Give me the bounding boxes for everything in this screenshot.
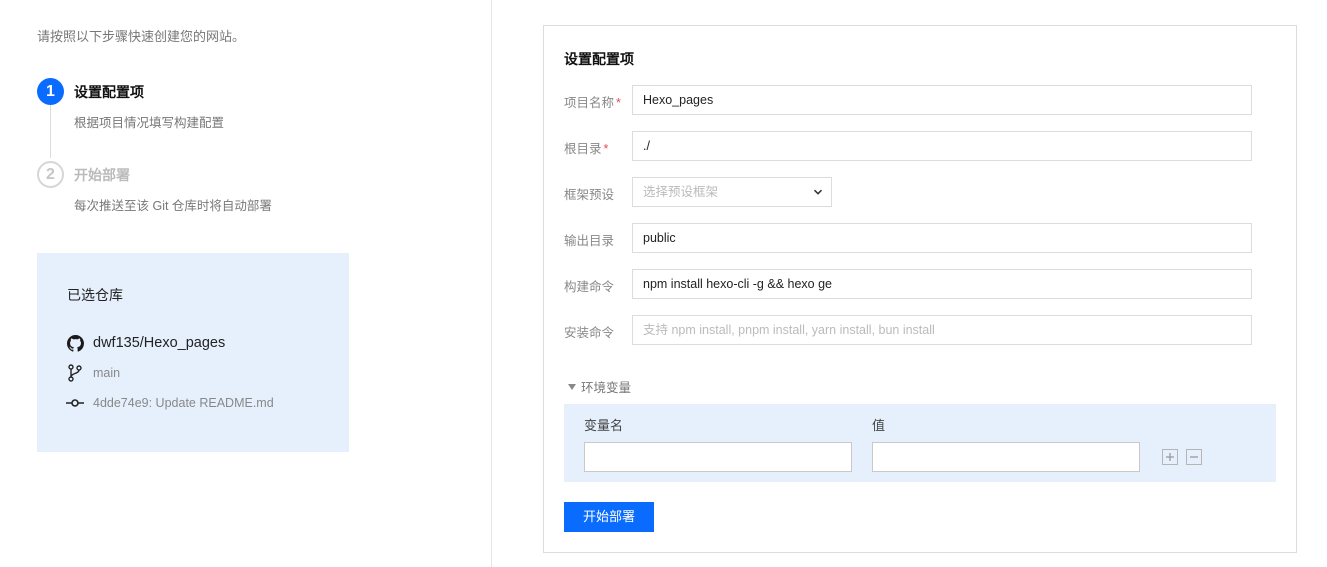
root-dir-label: 根目录 * bbox=[564, 142, 609, 156]
env-name-header: 变量名 bbox=[584, 418, 624, 433]
framework-placeholder: 选择预设框架 bbox=[643, 185, 719, 199]
required-mark: * bbox=[603, 142, 609, 156]
repo-branch: main bbox=[93, 366, 121, 380]
project-name-input[interactable]: Hexo_pages bbox=[632, 85, 1252, 115]
repo-branch-row: main bbox=[66, 364, 120, 382]
remove-env-button[interactable] bbox=[1186, 449, 1202, 465]
env-value-input[interactable] bbox=[872, 442, 1140, 472]
step-1-number: 1 bbox=[37, 78, 64, 105]
repo-commit: 4dde74e9: Update README.md bbox=[93, 396, 274, 410]
required-mark: * bbox=[616, 96, 621, 110]
install-cmd-label: 安装命令 bbox=[564, 326, 615, 340]
start-deploy-button[interactable]: 开始部署 bbox=[564, 502, 654, 532]
step-2-number: 2 bbox=[37, 161, 64, 188]
step-1-title: 设置配置项 bbox=[74, 84, 144, 100]
build-cmd-label: 构建命令 bbox=[564, 280, 615, 294]
config-panel: 设置配置项 项目名称 * Hexo_pages 根目录 * ./ 框架预设 选择预设… bbox=[543, 25, 1297, 553]
selected-repo-card: 已选仓库 dwf135/Hexo_pages main 4dde74e9: Up… bbox=[37, 253, 349, 452]
env-vars-box: 变量名 值 bbox=[564, 404, 1276, 482]
commit-icon bbox=[66, 394, 84, 412]
build-cmd-input[interactable]: npm install hexo-cli -g && hexo ge bbox=[632, 269, 1252, 299]
plus-icon bbox=[1166, 453, 1174, 461]
left-column: 请按照以下步骤快速创建您的网站。 1 设置配置项 根据项目情况填写构建配置 2 … bbox=[0, 0, 492, 567]
step-connector bbox=[50, 105, 51, 158]
install-cmd-input[interactable]: 支持 npm install, pnpm install, yarn insta… bbox=[632, 315, 1252, 345]
branch-icon bbox=[66, 364, 84, 382]
env-value-header: 值 bbox=[872, 418, 886, 433]
repo-name: dwf135/Hexo_pages bbox=[93, 335, 226, 351]
repo-card-title: 已选仓库 bbox=[67, 287, 123, 303]
chevron-down-icon bbox=[813, 189, 823, 195]
step-2-title: 开始部署 bbox=[74, 167, 130, 183]
minus-icon bbox=[1190, 456, 1198, 458]
repo-name-row: dwf135/Hexo_pages bbox=[66, 334, 225, 352]
env-vars-toggle[interactable]: 环境变量 bbox=[568, 377, 631, 396]
github-icon bbox=[66, 334, 84, 352]
framework-label: 框架预设 bbox=[564, 188, 615, 202]
project-name-label: 项目名称 * bbox=[564, 96, 621, 110]
caret-down-icon bbox=[568, 383, 576, 390]
output-dir-label: 输出目录 bbox=[564, 234, 615, 248]
intro-text: 请按照以下步骤快速创建您的网站。 bbox=[37, 29, 246, 44]
step-2-desc: 每次推送至该 Git 仓库时将自动部署 bbox=[74, 199, 272, 213]
output-dir-input[interactable]: public bbox=[632, 223, 1252, 253]
repo-commit-row: 4dde74e9: Update README.md bbox=[66, 394, 274, 412]
env-vars-label: 环境变量 bbox=[581, 381, 632, 395]
root-dir-input[interactable]: ./ bbox=[632, 131, 1252, 161]
env-name-input[interactable] bbox=[584, 442, 852, 472]
framework-select[interactable]: 选择预设框架 bbox=[632, 177, 832, 207]
step-1-desc: 根据项目情况填写构建配置 bbox=[74, 116, 225, 130]
panel-title: 设置配置项 bbox=[564, 51, 634, 67]
add-env-button[interactable] bbox=[1162, 449, 1178, 465]
